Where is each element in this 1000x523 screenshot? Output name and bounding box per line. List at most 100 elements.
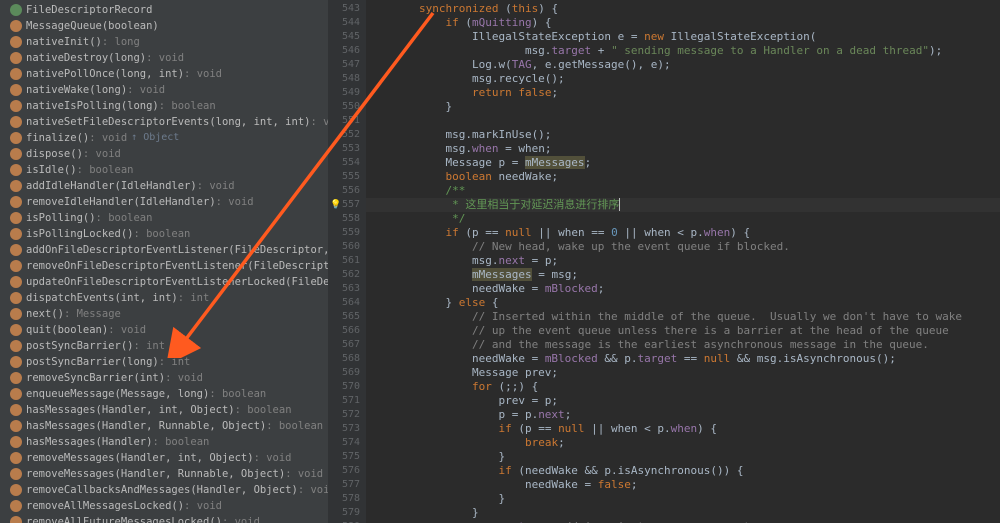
code-line[interactable]: }	[366, 506, 1000, 520]
structure-item-label: next()	[26, 307, 64, 321]
structure-item[interactable]: addOnFileDescriptorEventListener(FileDes…	[0, 242, 328, 258]
structure-item[interactable]: dispatchEvents(int, int): int	[0, 290, 328, 306]
return-type: : long	[102, 35, 140, 49]
line-number: 544	[328, 16, 366, 30]
code-line[interactable]: */	[366, 212, 1000, 226]
code-line[interactable]: if (p == null || when < p.when) {	[366, 422, 1000, 436]
structure-item[interactable]: finalize(): void↑ Object	[0, 130, 328, 146]
structure-item[interactable]: nativeIsPolling(long): boolean	[0, 98, 328, 114]
return-type: : boolean	[77, 163, 134, 177]
structure-item[interactable]: updateOnFileDescriptorEventListenerLocke…	[0, 274, 328, 290]
code-line[interactable]	[366, 114, 1000, 128]
line-number: 564	[328, 296, 366, 310]
structure-item[interactable]: removeSyncBarrier(int): void	[0, 370, 328, 386]
structure-item[interactable]: nativePollOnce(long, int): void	[0, 66, 328, 82]
structure-item[interactable]: hasMessages(Handler): boolean	[0, 434, 328, 450]
line-number: 554	[328, 156, 366, 170]
code-line[interactable]: // up the event queue unless there is a …	[366, 324, 1000, 338]
structure-item[interactable]: isPolling(): boolean	[0, 210, 328, 226]
structure-item[interactable]: addIdleHandler(IdleHandler): void	[0, 178, 328, 194]
structure-sidebar[interactable]: FileDescriptorRecordMessageQueue(boolean…	[0, 0, 328, 523]
code-line[interactable]: // Inserted within the middle of the que…	[366, 310, 1000, 324]
structure-item[interactable]: nativeInit(): long	[0, 34, 328, 50]
line-number: 543	[328, 2, 366, 16]
structure-item[interactable]: postSyncBarrier(long): int	[0, 354, 328, 370]
line-number: 566	[328, 324, 366, 338]
structure-item[interactable]: removeAllMessagesLocked(): void	[0, 498, 328, 514]
structure-item[interactable]: quit(boolean): void	[0, 322, 328, 338]
code-editor[interactable]: 5435445455465475485495505515525535545555…	[328, 0, 1000, 523]
code-line[interactable]: msg.markInUse();	[366, 128, 1000, 142]
code-line[interactable]: msg.target + " sending message to a Hand…	[366, 44, 1000, 58]
structure-item[interactable]: nativeSetFileDescriptorEvents(long, int,…	[0, 114, 328, 130]
code-line[interactable]: Log.w(TAG, e.getMessage(), e);	[366, 58, 1000, 72]
code-line[interactable]: msg.recycle();	[366, 72, 1000, 86]
line-number: 545	[328, 30, 366, 44]
code-line[interactable]: // New head, wake up the event queue if …	[366, 240, 1000, 254]
line-number: 550	[328, 100, 366, 114]
structure-item[interactable]: dispose(): void	[0, 146, 328, 162]
line-number: 573	[328, 422, 366, 436]
structure-item[interactable]: removeMessages(Handler, int, Object): vo…	[0, 450, 328, 466]
structure-item[interactable]: MessageQueue(boolean)	[0, 18, 328, 34]
return-type: : void	[310, 115, 328, 129]
code-line[interactable]: msg.when = when;	[366, 142, 1000, 156]
code-line[interactable]: synchronized (this) {	[366, 2, 1000, 16]
return-type: : void	[184, 67, 222, 81]
code-line[interactable]: Message p = mMessages;	[366, 156, 1000, 170]
structure-item[interactable]: enqueueMessage(Message, long): boolean	[0, 386, 328, 402]
code-line[interactable]: }	[366, 100, 1000, 114]
code-line[interactable]: } else {	[366, 296, 1000, 310]
structure-item[interactable]: FileDescriptorRecord	[0, 2, 328, 18]
return-type: : boolean	[133, 227, 190, 241]
code-line[interactable]: break;	[366, 436, 1000, 450]
code-line[interactable]: needWake = mBlocked && p.target == null …	[366, 352, 1000, 366]
code-line[interactable]: needWake = false;	[366, 478, 1000, 492]
code-line[interactable]: return false;	[366, 86, 1000, 100]
structure-item[interactable]: postSyncBarrier(): int	[0, 338, 328, 354]
structure-item[interactable]: isIdle(): boolean	[0, 162, 328, 178]
structure-item[interactable]: nativeDestroy(long): void	[0, 50, 328, 66]
code-line[interactable]: }	[366, 492, 1000, 506]
code-line[interactable]: for (;;) {	[366, 380, 1000, 394]
structure-item[interactable]: removeOnFileDescriptorEventListener(File…	[0, 258, 328, 274]
method-icon	[10, 516, 22, 523]
code-line[interactable]: prev = p;	[366, 394, 1000, 408]
code-line[interactable]: mMessages = msg;	[366, 268, 1000, 282]
structure-item-label: nativeInit()	[26, 35, 102, 49]
code-line[interactable]: /**	[366, 184, 1000, 198]
structure-item[interactable]: hasMessages(Handler, int, Object): boole…	[0, 402, 328, 418]
line-number: 547	[328, 58, 366, 72]
line-gutter: 5435445455465475485495505515525535545555…	[328, 0, 366, 523]
code-line[interactable]: * 这里相当于对延迟消息进行排序	[366, 198, 1000, 212]
code-line[interactable]: }	[366, 450, 1000, 464]
code-line[interactable]: if (mQuitting) {	[366, 16, 1000, 30]
return-type: : boolean	[266, 419, 323, 433]
code-line[interactable]: needWake = mBlocked;	[366, 282, 1000, 296]
structure-item-label: removeMessages(Handler, Runnable, Object…	[26, 467, 285, 481]
code-line[interactable]: if (needWake && p.isAsynchronous()) {	[366, 464, 1000, 478]
return-type: : boolean	[152, 435, 209, 449]
structure-item[interactable]: next(): Message	[0, 306, 328, 322]
code-line[interactable]: IllegalStateException e = new IllegalSta…	[366, 30, 1000, 44]
line-number: 572	[328, 408, 366, 422]
structure-item[interactable]: nativeWake(long): void	[0, 82, 328, 98]
code-line[interactable]: boolean needWake;	[366, 170, 1000, 184]
code-line[interactable]: msg.next = p;	[366, 254, 1000, 268]
structure-item[interactable]: removeMessages(Handler, Runnable, Object…	[0, 466, 328, 482]
code-line[interactable]: // and the message is the earliest async…	[366, 338, 1000, 352]
code-line[interactable]: if (p == null || when == 0 || when < p.w…	[366, 226, 1000, 240]
structure-item[interactable]: isPollingLocked(): boolean	[0, 226, 328, 242]
line-number: 546	[328, 44, 366, 58]
structure-item[interactable]: removeAllFutureMessagesLocked(): void	[0, 514, 328, 523]
structure-item[interactable]: removeCallbacksAndMessages(Handler, Obje…	[0, 482, 328, 498]
method-icon	[10, 100, 22, 112]
structure-item[interactable]: hasMessages(Handler, Runnable, Object): …	[0, 418, 328, 434]
code-area[interactable]: synchronized (this) { if (mQuitting) { I…	[366, 0, 1000, 523]
structure-item[interactable]: removeIdleHandler(IdleHandler): void	[0, 194, 328, 210]
return-type: : void	[254, 451, 292, 465]
method-icon	[10, 84, 22, 96]
code-line[interactable]: p = p.next;	[366, 408, 1000, 422]
code-line[interactable]: Message prev;	[366, 366, 1000, 380]
line-number: 558	[328, 212, 366, 226]
